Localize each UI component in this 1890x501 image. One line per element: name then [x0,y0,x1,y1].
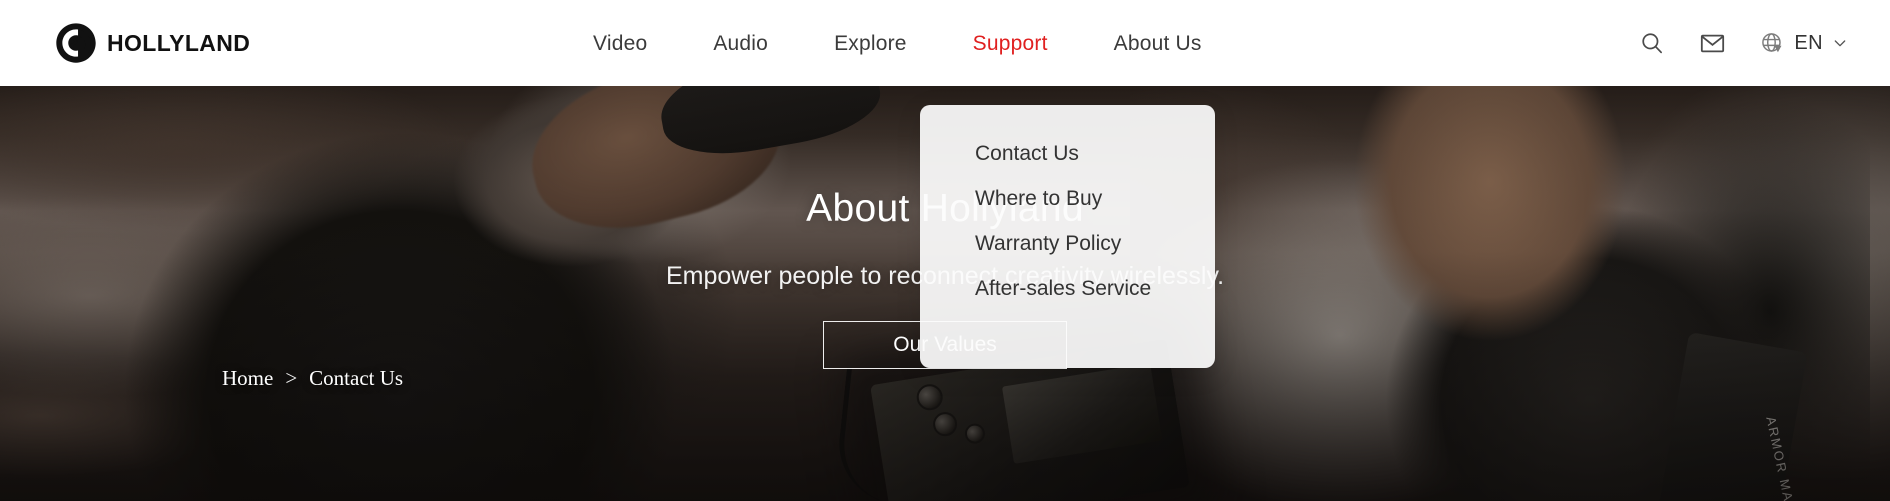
language-selector[interactable]: EN [1760,31,1848,56]
globe-icon [1762,32,1782,52]
dropdown-item-after-sales-service[interactable]: After-sales Service [920,266,1215,311]
site-header: HOLLYLAND Video Audio Explore Support Ab… [0,0,1890,86]
nav-item-explore[interactable]: Explore [801,33,940,54]
breadcrumb-home-link[interactable]: Home [222,366,273,391]
chevron-down-icon [1834,40,1846,47]
language-label: EN [1794,32,1823,54]
nav-item-video[interactable]: Video [560,33,680,54]
nav-item-about-us[interactable]: About Us [1081,33,1235,54]
logo[interactable]: HOLLYLAND [55,22,250,64]
dropdown-item-warranty-policy[interactable]: Warranty Policy [920,221,1215,266]
dropdown-item-contact-us[interactable]: Contact Us [920,131,1215,176]
search-icon[interactable] [1639,30,1665,56]
nav-item-audio[interactable]: Audio [680,33,801,54]
mail-icon[interactable] [1699,30,1726,57]
nav-item-support[interactable]: Support [940,33,1081,54]
main-navigation: Video Audio Explore Support About Us [560,0,1235,86]
support-dropdown-menu: Contact Us Where to Buy Warranty Policy … [920,105,1215,368]
header-tools: EN [1639,0,1848,86]
page-root: ARMOR MAN About Hollyland Empower people… [0,0,1890,501]
logo-wordmark: HOLLYLAND [107,29,251,56]
breadcrumb-separator: > [285,366,298,390]
breadcrumb: Home > Contact Us [222,366,403,391]
hollyland-circle-mark-icon [56,23,96,63]
dropdown-item-where-to-buy[interactable]: Where to Buy [920,176,1215,221]
breadcrumb-current: Contact Us [309,366,404,390]
